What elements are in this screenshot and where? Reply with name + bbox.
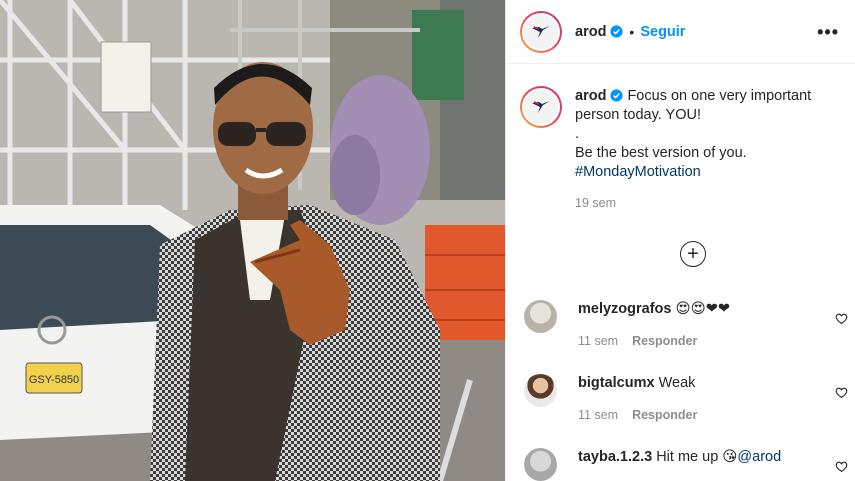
more-options-icon[interactable]: ••• <box>817 23 839 41</box>
post-caption: arod Focus on one very important person … <box>506 64 855 213</box>
comment-username[interactable]: tayba.1.2.3 <box>578 449 652 465</box>
instagram-post-view: GSY-5850 arod • Seguir ••• arod Focus on… <box>0 0 855 481</box>
post-sidebar: arod • Seguir ••• arod Focus on one very… <box>505 0 855 481</box>
comment-mention-link[interactable]: @arod <box>737 449 781 465</box>
author-username[interactable]: arod <box>575 24 606 40</box>
caption-username[interactable]: arod <box>575 88 606 104</box>
post-photo[interactable]: GSY-5850 <box>0 0 505 481</box>
arod-logo-icon <box>532 101 550 113</box>
commenter-avatar[interactable] <box>524 374 557 407</box>
author-avatar-logo <box>524 14 558 49</box>
caption-body: arod Focus on one very important person … <box>575 86 839 213</box>
comment-username[interactable]: bigtalcumx <box>578 375 655 391</box>
verified-badge-icon <box>610 25 624 38</box>
like-heart-icon[interactable] <box>835 386 848 399</box>
caption-text-line-2: . <box>575 126 580 142</box>
caption-author-avatar[interactable] <box>520 86 562 128</box>
caption-hashtag-link[interactable]: #MondayMotivation <box>575 163 839 182</box>
commenter-avatar[interactable] <box>524 300 557 333</box>
comment-time[interactable]: 11 sem <box>578 334 618 348</box>
comment-item: melyzografos 😍😍❤❤ 11 sem Responder <box>524 300 854 350</box>
comment-meta: 11 sem Responder <box>578 332 833 350</box>
load-more-comments-button[interactable]: + <box>680 241 706 267</box>
follow-button[interactable]: Seguir <box>640 24 685 40</box>
verified-badge-icon <box>610 89 624 102</box>
caption-timestamp[interactable]: 19 sem <box>575 194 839 213</box>
comment-item: tayba.1.2.3 Hit me up 😘@arod <box>524 448 854 481</box>
svg-text:GSY-5850: GSY-5850 <box>29 374 79 386</box>
caption-avatar-inner <box>522 88 560 126</box>
like-heart-icon[interactable] <box>835 312 848 325</box>
caption-avatar-logo <box>524 90 558 124</box>
author-avatar[interactable] <box>520 10 562 53</box>
comment-text: Hit me up 😘 <box>656 449 738 465</box>
comment-text: Weak <box>658 375 696 391</box>
plus-icon: + <box>687 242 699 265</box>
reply-button[interactable]: Responder <box>632 408 697 422</box>
comment-body: bigtalcumx Weak 11 sem Responder <box>578 374 833 424</box>
arod-logo-icon <box>532 25 550 38</box>
separator-dot: • <box>629 23 635 40</box>
post-header: arod • Seguir ••• <box>506 0 855 64</box>
post-photo-illustration: GSY-5850 <box>0 0 505 481</box>
like-heart-icon[interactable] <box>835 460 848 473</box>
comment-meta: 11 sem Responder <box>578 406 833 424</box>
author-avatar-inner <box>522 12 560 51</box>
comment-item: bigtalcumx Weak 11 sem Responder <box>524 374 854 424</box>
comment-body: melyzografos 😍😍❤❤ 11 sem Responder <box>578 300 833 350</box>
comment-text: 😍😍❤❤ <box>675 301 731 317</box>
comment-time[interactable]: 11 sem <box>578 408 618 422</box>
reply-button[interactable]: Responder <box>632 334 697 348</box>
caption-text-line-3: Be the best version of you. <box>575 145 747 161</box>
commenter-avatar[interactable] <box>524 448 557 481</box>
comment-body: tayba.1.2.3 Hit me up 😘@arod <box>578 448 833 481</box>
comment-username[interactable]: melyzografos <box>578 301 671 317</box>
